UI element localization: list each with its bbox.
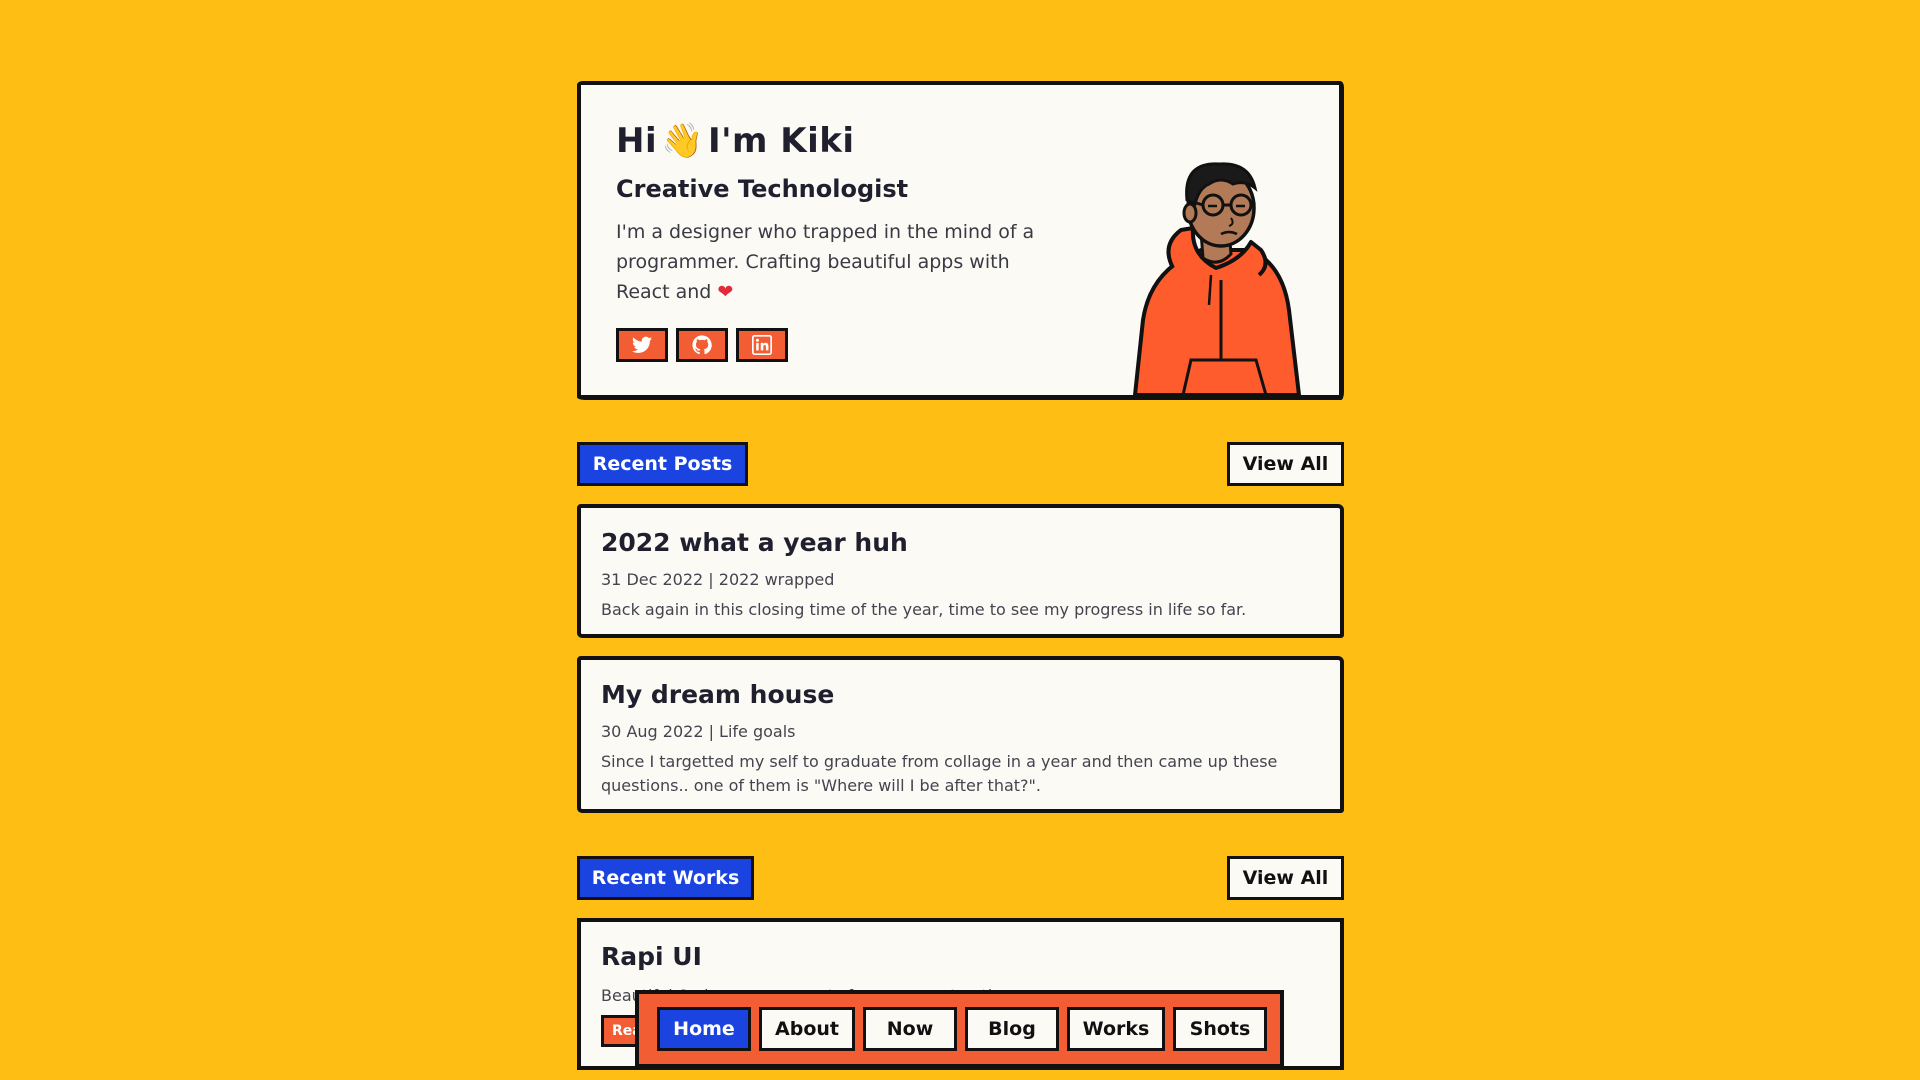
nav-home[interactable]: Home [657, 1007, 751, 1051]
nav-now[interactable]: Now [863, 1007, 957, 1051]
hero-description-text: I'm a designer who trapped in the mind o… [616, 221, 1035, 303]
hero-name: I'm Kiki [707, 121, 855, 161]
nav-works[interactable]: Works [1067, 1007, 1165, 1051]
twitter-button[interactable] [616, 328, 668, 362]
post-excerpt: Back again in this closing time of the y… [601, 600, 1247, 619]
post-excerpt: Since I targetted my self to graduate fr… [601, 752, 1278, 795]
nav-about[interactable]: About [759, 1007, 855, 1051]
heart-icon: ❤ [717, 281, 734, 303]
nav-shots[interactable]: Shots [1173, 1007, 1267, 1051]
post-title[interactable]: My dream house [601, 680, 834, 709]
github-icon [692, 335, 712, 355]
avatar-illustration [1133, 162, 1301, 395]
hero-title: Hi 👋 I'm Kiki [616, 121, 855, 161]
hero-hi: Hi [616, 121, 658, 161]
work-title[interactable]: Rapi UI [601, 942, 702, 971]
twitter-icon [632, 336, 652, 353]
linkedin-icon [752, 335, 772, 355]
posts-view-all-button[interactable]: View All [1227, 442, 1344, 486]
works-view-all-button[interactable]: View All [1227, 856, 1344, 900]
nav-blog[interactable]: Blog [965, 1007, 1059, 1051]
bottom-navbar: Home About Now Blog Works Shots [635, 990, 1284, 1068]
social-links [616, 328, 788, 362]
recent-works-heading: Recent Works [577, 856, 754, 900]
post-card[interactable]: My dream house 30 Aug 2022 | Life goals … [577, 656, 1344, 813]
hero-description: I'm a designer who trapped in the mind o… [616, 217, 1056, 307]
github-button[interactable] [676, 328, 728, 362]
post-title[interactable]: 2022 what a year huh [601, 528, 908, 557]
hero-subtitle: Creative Technologist [616, 175, 909, 203]
post-card[interactable]: 2022 what a year huh 31 Dec 2022 | 2022 … [577, 504, 1344, 638]
wave-emoji: 👋 [661, 121, 704, 161]
post-meta: 30 Aug 2022 | Life goals [601, 722, 796, 741]
linkedin-button[interactable] [736, 328, 788, 362]
recent-posts-heading: Recent Posts [577, 442, 748, 486]
post-meta: 31 Dec 2022 | 2022 wrapped [601, 570, 835, 589]
intro-card: Hi 👋 I'm Kiki Creative Technologist I'm a … [577, 81, 1344, 400]
